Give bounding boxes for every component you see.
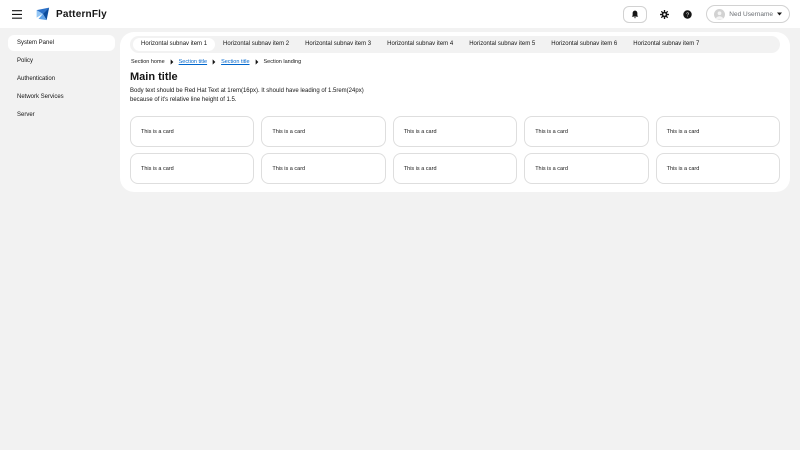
help-button[interactable]: ? — [679, 6, 695, 22]
horizontal-subnav: Horizontal subnav item 1 Horizontal subn… — [130, 36, 780, 53]
main-panel: Horizontal subnav item 1 Horizontal subn… — [120, 32, 790, 192]
subnav-item-4[interactable]: Horizontal subnav item 4 — [379, 38, 461, 51]
card[interactable]: This is a card — [130, 116, 254, 147]
settings-button[interactable] — [656, 6, 672, 22]
sidebar-item-authentication[interactable]: Authentication — [8, 71, 115, 87]
question-icon: ? — [683, 10, 692, 19]
breadcrumb-link-section-title-2[interactable]: Section title — [221, 59, 249, 65]
patternfly-logo-icon — [36, 7, 51, 22]
card-grid: This is a card This is a card This is a … — [130, 116, 780, 184]
card-title: This is a card — [404, 166, 437, 172]
sidebar-item-policy[interactable]: Policy — [8, 53, 115, 69]
page: { "header": { "brand": "PatternFly", "us… — [0, 0, 800, 450]
sidebar-item-network-services[interactable]: Network Services — [8, 89, 115, 105]
brand-name: PatternFly — [56, 9, 107, 20]
card[interactable]: This is a card — [261, 116, 385, 147]
page-title: Main title — [130, 71, 780, 83]
subnav-item-5[interactable]: Horizontal subnav item 5 — [461, 38, 543, 51]
svg-text:?: ? — [686, 12, 689, 18]
card[interactable]: This is a card — [393, 116, 517, 147]
notifications-button[interactable] — [623, 6, 647, 23]
user-menu-button[interactable]: Ned Username — [706, 5, 790, 23]
card-title: This is a card — [535, 129, 568, 135]
breadcrumb-item-home: Section home — [131, 59, 165, 65]
brand[interactable]: PatternFly — [36, 7, 107, 22]
card[interactable]: This is a card — [130, 153, 254, 184]
nav-toggle-button[interactable] — [10, 8, 24, 21]
breadcrumb: Section home Section title Section title… — [130, 59, 780, 65]
user-name: Ned Username — [729, 11, 773, 18]
card[interactable]: This is a card — [524, 116, 648, 147]
breadcrumb-link-section-title-1[interactable]: Section title — [179, 59, 207, 65]
chevron-right-icon — [255, 59, 259, 65]
card-title: This is a card — [272, 166, 305, 172]
body-text: Body text should be Red Hat Text at 1rem… — [130, 87, 385, 105]
masthead: PatternFly ? — [0, 0, 800, 28]
gear-icon — [660, 10, 669, 19]
chevron-right-icon — [170, 59, 174, 65]
card-title: This is a card — [272, 129, 305, 135]
bell-icon — [631, 10, 639, 19]
sidebar-item-server[interactable]: Server — [8, 107, 115, 123]
card[interactable]: This is a card — [656, 153, 780, 184]
breadcrumb-item-current: Section landing — [264, 59, 302, 65]
sidebar-item-system-panel[interactable]: System Panel — [8, 35, 115, 51]
subnav-item-6[interactable]: Horizontal subnav item 6 — [543, 38, 625, 51]
card[interactable]: This is a card — [524, 153, 648, 184]
card[interactable]: This is a card — [656, 116, 780, 147]
card-title: This is a card — [667, 166, 700, 172]
card[interactable]: This is a card — [261, 153, 385, 184]
avatar-icon — [714, 9, 725, 20]
subnav-item-7[interactable]: Horizontal subnav item 7 — [625, 38, 707, 51]
page-body: System Panel Policy Authentication Netwo… — [0, 28, 800, 192]
sidebar: System Panel Policy Authentication Netwo… — [0, 28, 120, 125]
subnav-item-1[interactable]: Horizontal subnav item 1 — [133, 38, 215, 51]
subnav-item-3[interactable]: Horizontal subnav item 3 — [297, 38, 379, 51]
card-title: This is a card — [141, 129, 174, 135]
breadcrumb-separator — [255, 59, 259, 65]
card-title: This is a card — [404, 129, 437, 135]
subnav-item-2[interactable]: Horizontal subnav item 2 — [215, 38, 297, 51]
breadcrumb-separator — [170, 59, 174, 65]
card[interactable]: This is a card — [393, 153, 517, 184]
card-title: This is a card — [141, 166, 174, 172]
card-title: This is a card — [535, 166, 568, 172]
chevron-right-icon — [212, 59, 216, 65]
breadcrumb-separator — [212, 59, 216, 65]
caret-down-icon — [777, 12, 782, 16]
hamburger-icon — [12, 10, 22, 19]
card-title: This is a card — [667, 129, 700, 135]
